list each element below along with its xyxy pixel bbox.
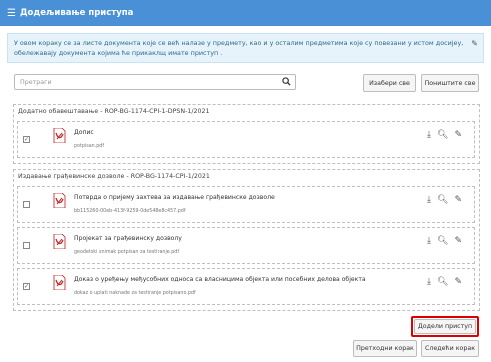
clear-all-button[interactable]: Поништите све (421, 74, 479, 92)
group-title-1: Додатно обавештавање - ROP-BG-1174-CPI-1… (18, 108, 210, 115)
add-access-button[interactable]: Додели приступ (414, 319, 476, 334)
panel-header: ☰ Додељивање приступа (0, 0, 491, 26)
document-item[interactable]: ✓ Допис potpisan.pdf ⤓ 🔍︎ ✎ (17, 121, 475, 158)
document-file: bb115260-00eb-413f-9259-0de548e8c457.pdf (74, 209, 186, 214)
search-icon[interactable]: 🔍︎ (437, 277, 448, 287)
search-icon[interactable]: 🔍︎ (437, 236, 448, 246)
document-item[interactable]: ✓ Доказ о уређењу међусобних односа са в… (17, 268, 475, 305)
document-checkbox[interactable]: ✓ (23, 136, 30, 143)
document-file: dokaz o uplati naknade za testiranje pot… (74, 291, 196, 296)
search-icon[interactable]: 🔍︎ (437, 130, 448, 140)
document-item[interactable]: Потврда о пријему захтева за издавање гр… (17, 186, 475, 223)
pdf-file-icon (53, 234, 66, 249)
document-name: Пројекат за грађевинску дозволу (74, 235, 182, 242)
search-placeholder: Претраги (20, 79, 52, 86)
download-icon[interactable]: ⤓ (427, 130, 431, 140)
pin-icon[interactable]: ✎ (471, 39, 478, 49)
download-icon[interactable]: ⤓ (427, 277, 431, 287)
info-box: У овом кораку се за листе документа које… (7, 33, 484, 63)
document-checkbox[interactable] (23, 242, 30, 249)
download-icon[interactable]: ⤓ (427, 236, 431, 246)
search-input[interactable]: Претраги (14, 74, 296, 90)
pdf-file-icon (53, 193, 66, 208)
pencil-icon[interactable]: ✎ (454, 195, 462, 205)
document-checkbox[interactable]: ✓ (23, 283, 30, 290)
panel-title: Додељивање приступа (19, 8, 134, 18)
pencil-icon[interactable]: ✎ (454, 236, 462, 246)
download-icon[interactable]: ⤓ (427, 195, 431, 205)
document-checkbox[interactable] (23, 201, 30, 208)
document-name: Потврда о пријему захтева за издавање гр… (74, 194, 275, 201)
pencil-icon[interactable]: ✎ (454, 277, 462, 287)
group-title-2: Издавање грађевинске дозволе - ROP-BG-11… (18, 173, 210, 180)
document-name: Доказ о уређењу међусобних односа са вла… (74, 276, 366, 283)
info-text: У овом кораку се за листе документа које… (14, 39, 464, 57)
pdf-file-icon (53, 128, 66, 143)
document-name: Допис (74, 129, 94, 136)
document-file: potpisan.pdf (74, 144, 105, 149)
pdf-file-icon (53, 275, 66, 290)
search-icon[interactable] (282, 77, 291, 86)
search-icon[interactable]: 🔍︎ (437, 195, 448, 205)
next-step-button[interactable]: Следећи корак (421, 340, 479, 357)
document-file: geodetski snimak potpisan za testiranje.… (74, 250, 180, 255)
hamburger-icon[interactable]: ☰ (7, 8, 16, 19)
document-item[interactable]: Пројекат за грађевинску дозволу geodetsk… (17, 227, 475, 264)
select-all-button[interactable]: Изабери све (363, 74, 416, 92)
previous-step-button[interactable]: Претходни корак (353, 340, 417, 357)
pencil-icon[interactable]: ✎ (454, 130, 462, 140)
